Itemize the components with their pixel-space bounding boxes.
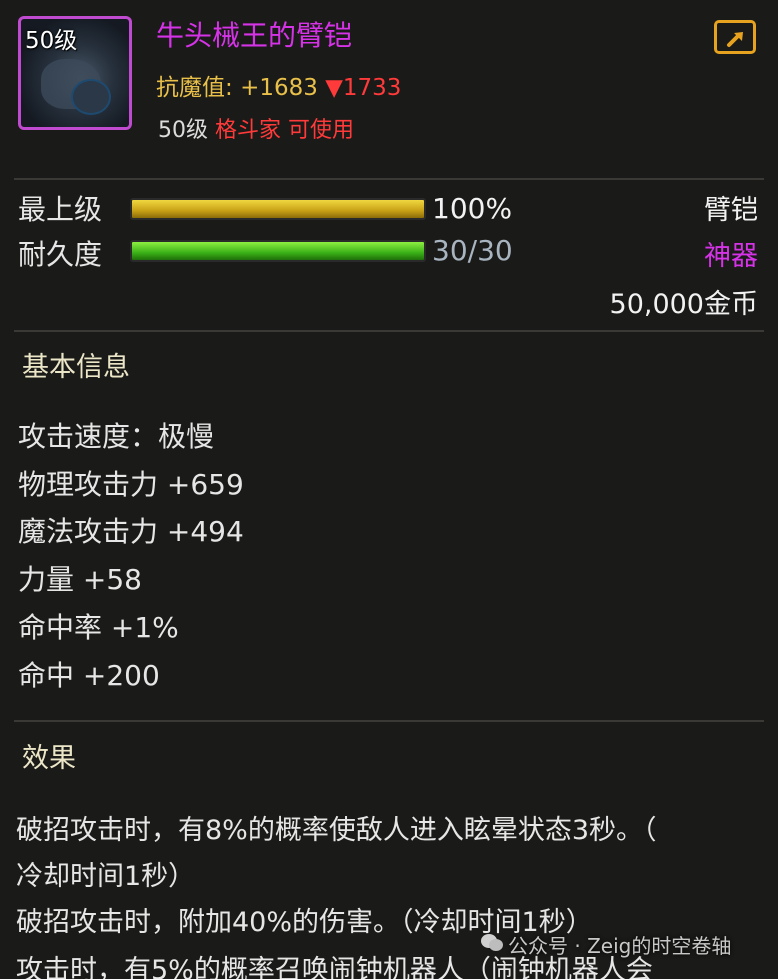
- effect-line: 冷却时间1秒）: [16, 861, 196, 892]
- magic-resist-label: 抗魔值:: [156, 75, 233, 101]
- item-rarity: 神器: [704, 241, 758, 272]
- magic-resist-row: 抗魔值: +1683 ▼1733: [156, 68, 401, 102]
- required-class: 格斗家 可使用: [215, 118, 354, 143]
- item-tooltip: 50级 牛头械王的臂铠 抗魔值: +1683 ▼1733 50级 格斗家 可使用…: [0, 0, 778, 979]
- grade-bar-fill: [132, 200, 424, 218]
- durability-bar: [130, 240, 426, 262]
- durability-value: 30/30: [432, 234, 513, 267]
- requirement-row: 50级 格斗家 可使用: [158, 112, 354, 144]
- grade-bar: [130, 198, 426, 220]
- item-price: 50,000金币: [609, 289, 758, 320]
- grade-percent: 100%: [432, 192, 513, 225]
- grade-label: 最上级: [18, 193, 103, 226]
- stat-line: 物理攻击力 +659: [18, 468, 244, 501]
- basic-info-title: 基本信息: [22, 352, 130, 383]
- divider: [14, 720, 764, 722]
- required-level: 50级: [158, 118, 208, 143]
- item-level-badge: 50级: [25, 28, 78, 54]
- stat-line: 命中 +200: [18, 659, 160, 692]
- share-icon: [727, 32, 743, 47]
- durability-label: 耐久度: [18, 238, 103, 271]
- item-name: 牛头械王的臂铠: [156, 19, 353, 52]
- item-art-shape: [71, 79, 111, 115]
- item-slot: 臂铠: [704, 195, 758, 226]
- magic-resist-compare: ▼1733: [325, 75, 402, 101]
- share-button[interactable]: [714, 20, 756, 54]
- durability-bar-fill: [132, 242, 424, 260]
- stat-line: 命中率 +1%: [18, 611, 179, 644]
- item-icon: 50级: [18, 16, 132, 130]
- effect-line: 破招攻击时，附加40%的伤害。（冷却时间1秒）: [16, 907, 593, 938]
- divider: [14, 178, 764, 180]
- wechat-icon: [481, 934, 503, 951]
- effects-title: 效果: [22, 743, 76, 774]
- divider: [14, 330, 764, 332]
- stat-line: 攻击速度：极慢: [18, 420, 215, 453]
- magic-resist-value: +1683: [240, 75, 318, 101]
- watermark-text: 公众号 · Zeig的时空卷轴: [508, 934, 732, 958]
- stat-line: 魔法攻击力 +494: [18, 515, 244, 548]
- effect-line: 破招攻击时，有8%的概率使敌人进入眩晕状态3秒。（: [16, 815, 657, 846]
- stat-line: 力量 +58: [18, 563, 142, 596]
